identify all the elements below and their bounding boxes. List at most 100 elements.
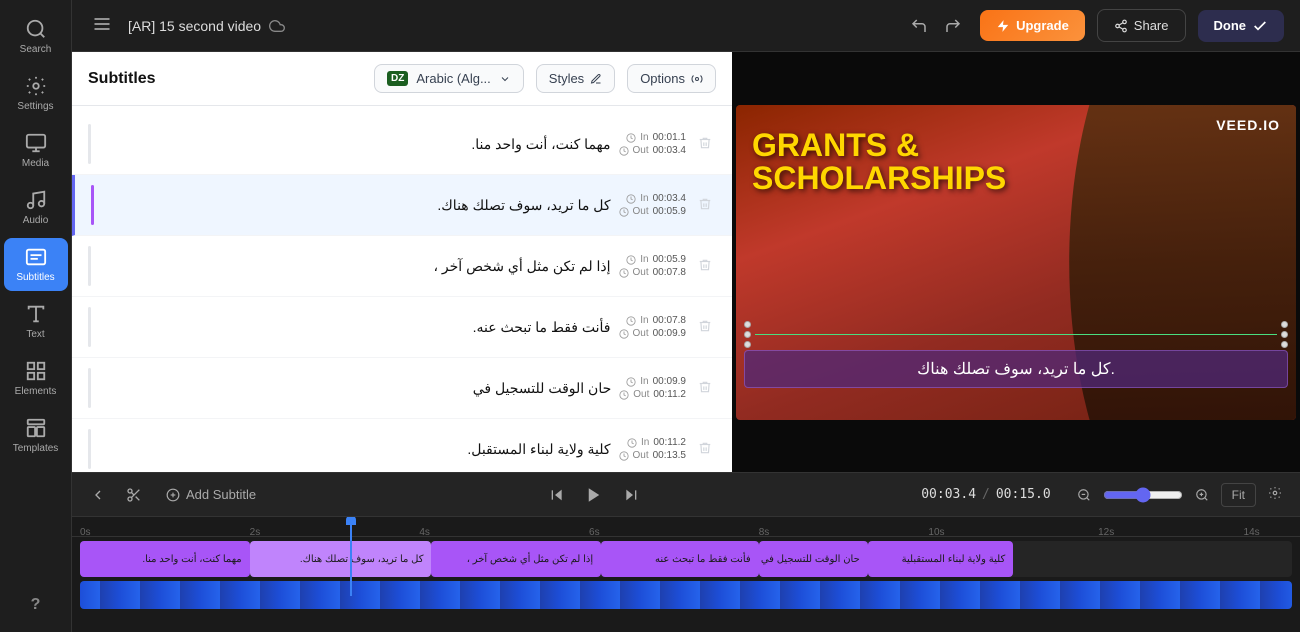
out-label: Out: [633, 145, 649, 156]
done-label: Done: [1214, 18, 1247, 33]
fit-button[interactable]: Fit: [1221, 483, 1256, 507]
video-title-area: [AR] 15 second video: [128, 18, 892, 34]
timeline-clip[interactable]: إذا لم تكن مثل أي شخص آخر ،: [431, 541, 601, 577]
time-in-row: In 00:09.9: [626, 376, 686, 387]
play-button[interactable]: [579, 480, 609, 510]
subtitle-item[interactable]: حان الوقت للتسجيل في In 00:09.9 Out 00:1…: [72, 358, 732, 419]
handle-dot: [1281, 331, 1288, 338]
delete-subtitle-button[interactable]: [694, 132, 716, 157]
playhead-marker: [346, 517, 356, 525]
gear-icon: [1268, 486, 1282, 500]
upgrade-button[interactable]: Upgrade: [980, 10, 1085, 41]
back-button[interactable]: [84, 481, 112, 509]
video-preview: GRANTS & SCHOLARSHIPS VEED.IO: [732, 52, 1300, 472]
video-title-line2: SCHOLARSHIPS: [752, 162, 1136, 196]
time-display: 00:03.4 / 00:15.0: [921, 487, 1050, 502]
subtitle-text: مهما كنت، أنت واحد منا.: [99, 134, 611, 155]
handle-dot: [1281, 341, 1288, 348]
undo-button[interactable]: [904, 11, 934, 41]
trash-icon: [698, 136, 712, 150]
redo-button[interactable]: [938, 11, 968, 41]
timeline-controls: Add Subtitle 00:03.4 / 00:15.0: [72, 473, 1300, 517]
delete-subtitle-button[interactable]: [694, 376, 716, 401]
sidebar-item-audio[interactable]: Audio: [4, 181, 68, 234]
subtitle-item[interactable]: إذا لم تكن مثل أي شخص آخر ، In 00:05.9 O…: [72, 236, 732, 297]
add-subtitle-button[interactable]: Add Subtitle: [156, 481, 266, 508]
sidebar-item-settings[interactable]: Settings: [4, 67, 68, 120]
out-label: Out: [633, 450, 649, 461]
trash-icon: [698, 380, 712, 394]
timeline-clip[interactable]: فأنت فقط ما تبحث عنه: [601, 541, 759, 577]
add-subtitle-label: Add Subtitle: [186, 487, 256, 502]
zoom-slider[interactable]: [1103, 487, 1183, 503]
timeline-clip[interactable]: كل ما تريد، سوف تصلك هناك.: [250, 541, 432, 577]
subtitle-item[interactable]: فأنت فقط ما تبحث عنه. In 00:07.8 Out 00:…: [72, 297, 732, 358]
sidebar-item-elements[interactable]: Elements: [4, 352, 68, 405]
delete-subtitle-button[interactable]: [694, 315, 716, 340]
ruler-mark-12s: 12s: [1098, 527, 1114, 538]
sidebar-item-templates[interactable]: Templates: [4, 409, 68, 462]
time-in-row: In 00:03.4: [626, 193, 686, 204]
sidebar-item-help[interactable]: ?: [4, 588, 68, 622]
options-label: Options: [640, 71, 685, 86]
clock-icon: [619, 390, 629, 400]
options-button[interactable]: Options: [627, 64, 716, 93]
zoom-out-button[interactable]: [1071, 482, 1097, 508]
share-button[interactable]: Share: [1097, 9, 1186, 42]
subtitle-item[interactable]: كل ما تريد، سوف تصلك هناك. In 00:03.4 Ou…: [72, 175, 732, 236]
styles-icon: [590, 73, 602, 85]
plus-icon: [166, 488, 180, 502]
menu-button[interactable]: [88, 10, 116, 41]
timeline-clip[interactable]: حان الوقت للتسجيل في: [759, 541, 868, 577]
delete-subtitle-button[interactable]: [694, 254, 716, 279]
timeline-area: Add Subtitle 00:03.4 / 00:15.0: [72, 472, 1300, 632]
time-out-row: Out 00:11.2: [619, 389, 686, 400]
timeline-settings-button[interactable]: [1262, 480, 1288, 509]
video-title-overlay: GRANTS & SCHOLARSHIPS: [752, 129, 1136, 196]
sidebar-item-search[interactable]: Search: [4, 10, 68, 63]
sidebar-item-subtitles-label: Subtitles: [16, 272, 54, 283]
left-handle: [744, 321, 751, 348]
ruler-mark-14s: 14s: [1244, 527, 1260, 538]
veed-logo: VEED.IO: [1216, 117, 1280, 133]
time-in-row: In 00:11.2: [627, 437, 686, 448]
total-time: 00:15.0: [996, 487, 1051, 502]
options-icon: [691, 73, 703, 85]
in-label: In: [640, 193, 648, 204]
done-button[interactable]: Done: [1198, 10, 1285, 42]
timeline-clip[interactable]: مهما كنت، أنت واحد منا.: [80, 541, 250, 577]
time-out: 00:13.5: [653, 450, 686, 461]
delete-subtitle-button[interactable]: [694, 437, 716, 462]
rewind-button[interactable]: [543, 481, 571, 509]
styles-button[interactable]: Styles: [536, 64, 615, 93]
share-icon: [1114, 19, 1128, 33]
subtitle-text: كلية ولاية لبناء المستقبل.: [99, 439, 611, 460]
trash-icon: [698, 319, 712, 333]
subtitle-bar: [88, 307, 91, 347]
video-title-text: [AR] 15 second video: [128, 18, 261, 34]
zoom-in-icon: [1195, 488, 1209, 502]
handle-dot: [744, 331, 751, 338]
delete-subtitle-button[interactable]: [694, 193, 716, 218]
time-out-row: Out 00:09.9: [619, 328, 687, 339]
trash-icon: [698, 197, 712, 211]
right-handle: [1281, 321, 1288, 348]
top-bar: [AR] 15 second video Upgrade: [72, 0, 1300, 52]
elements-icon: [25, 360, 47, 382]
subtitles-header: Subtitles DZ Arabic (Alg... Styles Optio…: [72, 52, 732, 106]
sidebar-item-media[interactable]: Media: [4, 124, 68, 177]
time-in: 00:07.8: [653, 315, 686, 326]
subtitle-item[interactable]: مهما كنت، أنت واحد منا. In 00:01.1 Out 0…: [72, 114, 732, 175]
language-selector[interactable]: DZ Arabic (Alg...: [374, 64, 524, 93]
scissors-button[interactable]: [120, 481, 148, 509]
main-content: [AR] 15 second video Upgrade: [72, 0, 1300, 632]
zoom-in-button[interactable]: [1189, 482, 1215, 508]
time-in: 00:01.1: [653, 132, 686, 143]
subtitle-item[interactable]: كلية ولاية لبناء المستقبل. In 00:11.2 Ou…: [72, 419, 732, 472]
timeline-clip[interactable]: كلية ولاية لبناء المستقبلية: [868, 541, 1013, 577]
selection-line: [755, 334, 1277, 335]
time-in: 00:11.2: [653, 437, 686, 448]
sidebar-item-subtitles[interactable]: Subtitles: [4, 238, 68, 291]
sidebar-item-text[interactable]: Text: [4, 295, 68, 348]
fast-forward-button[interactable]: [617, 481, 645, 509]
